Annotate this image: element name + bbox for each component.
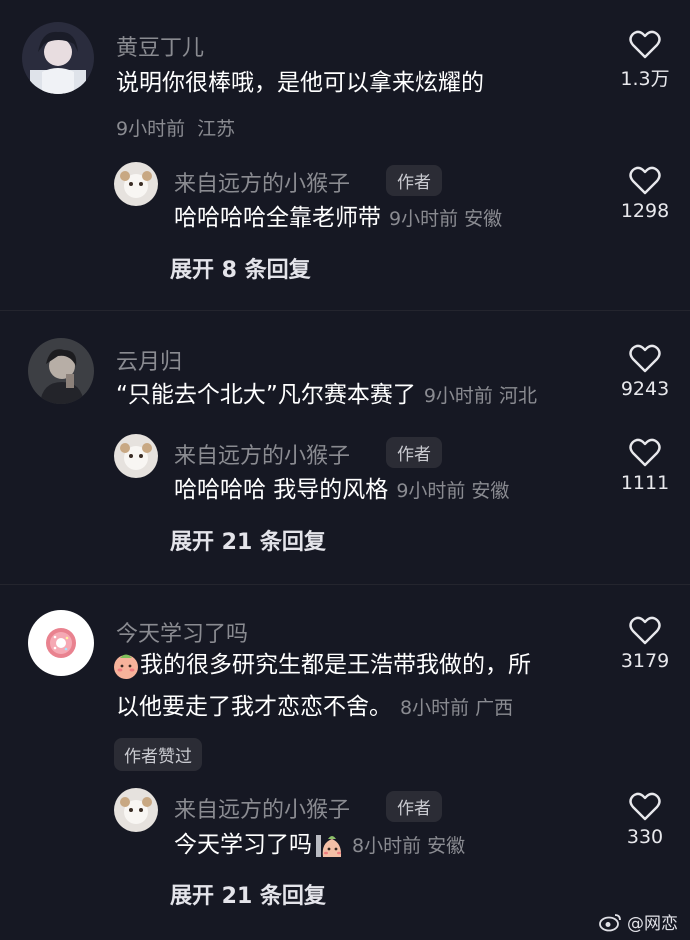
like-button[interactable]: 3179 [610, 616, 680, 672]
like-count: 1298 [620, 200, 670, 222]
reply-text-line: 哈哈哈哈全靠老师带 9小时前 安徽 [174, 197, 502, 240]
like-count: 1111 [620, 472, 670, 494]
reply-location: 安徽 [427, 835, 466, 857]
author-badge: 作者 [386, 437, 442, 468]
reply-text: 哈哈哈哈全靠老师带 [174, 205, 381, 231]
divider [0, 310, 690, 311]
comment-text-line: “只能去个北大”凡尔赛本赛了 9小时前 河北 [116, 374, 537, 417]
like-button[interactable]: 1298 [610, 166, 680, 222]
reply-text: 今天学习了吗 [174, 832, 312, 858]
like-button[interactable]: 1.3万 [610, 30, 680, 91]
reply-text: 哈哈哈哈 我导的风格 [174, 477, 389, 503]
comment-meta: 9小时前 江苏 [116, 114, 235, 141]
like-button[interactable]: 9243 [610, 344, 680, 400]
reply-username[interactable]: 来自远方的小猴子 [174, 166, 350, 198]
reply-location: 安徽 [464, 208, 503, 230]
comment-time: 9小时前 [423, 385, 493, 407]
comment-text: “只能去个北大”凡尔赛本赛了 [116, 382, 416, 408]
weibo-icon [599, 913, 621, 931]
like-count: 9243 [620, 378, 670, 400]
reply-text-line: 今天学习了吗 8小时前 安徽 [174, 824, 465, 867]
expand-replies-button[interactable]: 展开 8 条回复 [170, 252, 311, 284]
avatar[interactable] [114, 434, 158, 478]
comment-location: 河北 [498, 385, 537, 407]
author-badge: 作者 [386, 791, 442, 822]
author-liked-badge: 作者赞过 [114, 738, 202, 771]
comment-location: 江苏 [197, 118, 236, 140]
comment-username[interactable]: 黄豆丁儿 [116, 30, 204, 62]
watermark-text: @网恋 [627, 914, 678, 934]
reply-time: 9小时前 [396, 480, 466, 502]
reply-text-line: 哈哈哈哈 我导的风格 9小时前 安徽 [174, 469, 509, 512]
comment-time: 8小时前 [400, 697, 470, 719]
avatar[interactable] [28, 338, 94, 404]
heart-outline-icon [629, 616, 661, 645]
comment-location: 广西 [475, 697, 514, 719]
like-count: 1.3万 [620, 68, 670, 90]
comment-text: 以他要走了我才恋恋不舍。 [116, 694, 392, 720]
reply-time: 9小时前 [389, 208, 459, 230]
watermark: @网恋 [599, 909, 678, 934]
heart-outline-icon [629, 344, 661, 373]
reply-time: 8小时前 [352, 835, 422, 857]
divider [0, 584, 690, 585]
like-count: 3179 [620, 650, 670, 672]
avatar[interactable] [114, 788, 158, 832]
peach-face-emoji [316, 834, 342, 857]
blush-face-emoji [114, 654, 138, 679]
like-count: 330 [626, 826, 664, 848]
reply-location: 安徽 [471, 480, 510, 502]
heart-outline-icon [629, 166, 661, 195]
like-button[interactable]: 330 [610, 792, 680, 848]
heart-outline-icon [629, 792, 661, 821]
avatar[interactable] [114, 162, 158, 206]
comment-text-line-1: 我的很多研究生都是王浩带我做的，所 [112, 644, 531, 686]
comment-text: 我的很多研究生都是王浩带我做的，所 [140, 652, 531, 678]
avatar[interactable] [22, 22, 94, 94]
author-badge: 作者 [386, 165, 442, 196]
reply-username[interactable]: 来自远方的小猴子 [174, 438, 350, 470]
expand-replies-button[interactable]: 展开 21 条回复 [170, 524, 326, 556]
comment-text: 说明你很棒哦，是他可以拿来炫耀的 [116, 70, 484, 96]
comment-username[interactable]: 云月归 [116, 344, 182, 376]
heart-outline-icon [629, 30, 661, 59]
reply-username[interactable]: 来自远方的小猴子 [174, 792, 350, 824]
expand-replies-button[interactable]: 展开 21 条回复 [170, 878, 326, 910]
like-button[interactable]: 1111 [610, 438, 680, 494]
avatar[interactable] [28, 610, 94, 676]
comment-time: 9小时前 [116, 118, 186, 140]
heart-outline-icon [629, 438, 661, 467]
comment-text-line-2: 以他要走了我才恋恋不舍。 8小时前 广西 [116, 686, 513, 729]
